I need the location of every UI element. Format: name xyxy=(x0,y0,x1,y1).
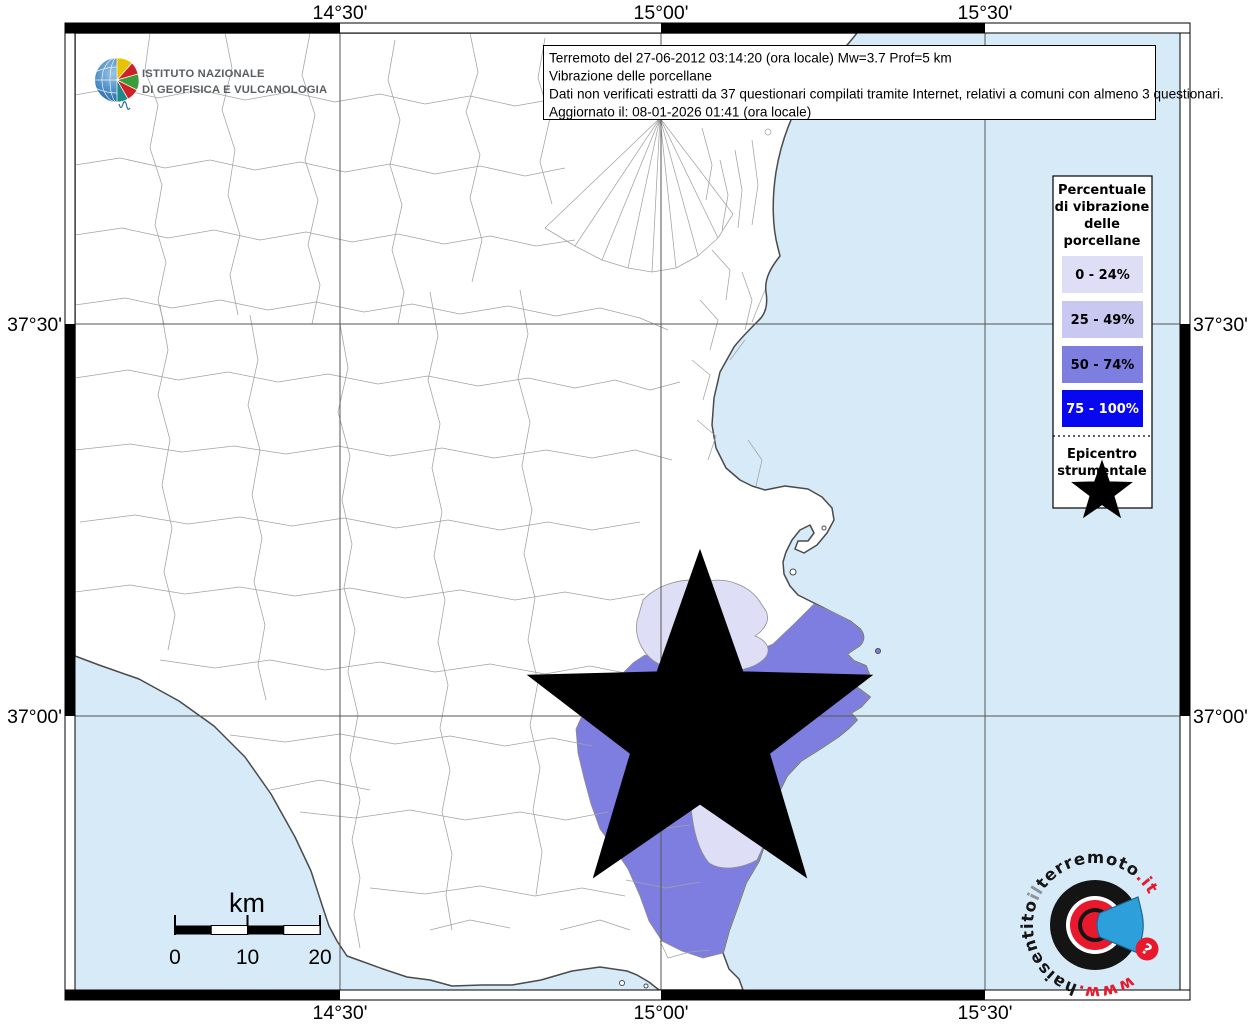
legend-label-50-74: 50 - 74% xyxy=(1071,358,1135,373)
legend-label-75-100: 75 - 100% xyxy=(1066,402,1139,417)
info-line-updated: Aggiornato il: 08-01-2026 01:41 (ora loc… xyxy=(549,105,811,120)
scale-num-0: 0 xyxy=(169,946,181,969)
axis-label-right-3730: 37°30' xyxy=(1193,314,1248,336)
axis-label-left-3700: 37°00' xyxy=(7,706,62,728)
frame-top-band xyxy=(65,23,1190,33)
axis-label-left-3730: 37°30' xyxy=(7,314,62,336)
axis-label-bottom-1530: 15°30' xyxy=(958,1002,1013,1024)
info-line-effect: Vibrazione delle porcellane xyxy=(549,69,712,84)
axis-label-right-3700: 37°00' xyxy=(1193,706,1248,728)
scale-num-10: 10 xyxy=(236,946,259,969)
axis-label-top-1430: 14°30' xyxy=(313,2,368,24)
scale-seg-1 xyxy=(175,926,211,935)
scale-seg-4 xyxy=(284,926,320,935)
frame-left-band xyxy=(65,33,75,990)
scale-num-20: 20 xyxy=(308,946,331,969)
legend-star-icon xyxy=(1092,481,1113,501)
scale-seg-2 xyxy=(211,926,247,935)
epicenter-star-icon xyxy=(675,705,724,752)
ingv-name-line2: DI GEOFISICA E VULCANOLOGIA xyxy=(142,84,327,96)
scale-unit-label: km xyxy=(229,888,265,918)
info-line-event: Terremoto del 27-06-2012 03:14:20 (ora l… xyxy=(549,51,952,66)
axis-label-bottom-1500: 15°00' xyxy=(634,1002,689,1024)
legend-label-0-24: 0 - 24% xyxy=(1075,268,1130,283)
info-box: Terremoto del 27-06-2012 03:14:20 (ora l… xyxy=(544,46,1224,120)
legend-label-25-49: 25 - 49% xyxy=(1071,313,1135,328)
axis-label-top-1530: 15°30' xyxy=(958,2,1013,24)
legend-title-line4: porcellane xyxy=(1064,234,1141,249)
axis-label-top-1500: 15°00' xyxy=(634,2,689,24)
macroseismic-map-page: 14°30' 15°00' 15°30' 14°30' 15°00' 15°30… xyxy=(0,0,1254,1024)
frame-right-band xyxy=(1180,33,1190,990)
map-area xyxy=(75,33,1180,990)
ingv-name-line1: ISTITUTO NAZIONALE xyxy=(142,68,265,80)
info-line-source: Dati non verificati estratti da 37 quest… xyxy=(549,87,1224,102)
axis-label-bottom-1430: 14°30' xyxy=(313,1002,368,1024)
legend-title-line2: di vibrazione xyxy=(1055,200,1150,215)
legend-title-line3: delle xyxy=(1084,217,1120,232)
map-canvas: 14°30' 15°00' 15°30' 14°30' 15°00' 15°30… xyxy=(0,0,1254,1024)
frame-bottom-band xyxy=(65,990,1190,1000)
legend: Percentuale di vibrazione delle porcella… xyxy=(1053,176,1152,508)
legend-title-line1: Percentuale xyxy=(1058,183,1146,198)
scale-seg-3 xyxy=(248,926,284,935)
